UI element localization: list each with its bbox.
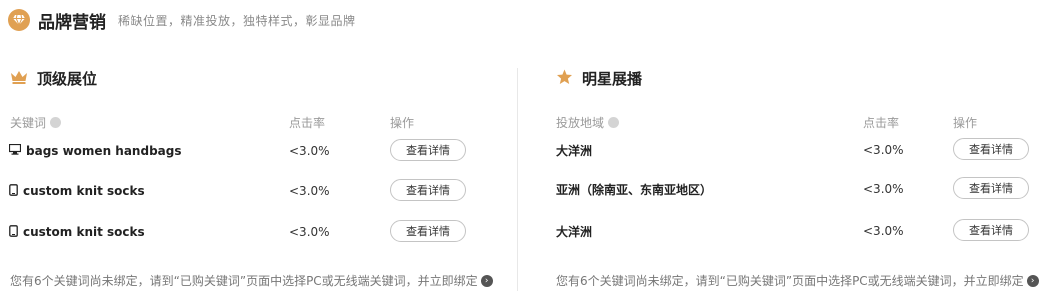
ctr-value: <3.0% <box>289 144 330 158</box>
desktop-icon <box>8 143 22 158</box>
ctr-value: <3.0% <box>863 182 904 196</box>
table-row: 亚洲（除南亚、东南亚地区） <3.0% 查看详情 <box>518 177 1041 201</box>
view-details-button[interactable]: 查看详情 <box>390 220 466 242</box>
column-header-ctr: 点击率 <box>289 116 326 130</box>
ctr-value: <3.0% <box>289 184 330 198</box>
column-header-ctr: 点击率 <box>863 116 900 130</box>
keyword-cell: custom knit socks <box>9 220 145 244</box>
panel-title: 顶级展位 <box>37 70 98 88</box>
unbound-keywords-notice[interactable]: 您有6个关键词尚未绑定，请到“已购关键词”页面中选择PC或无线端关键词，并立即绑… <box>556 272 1039 289</box>
keyword-cell: bags women handbags <box>8 139 182 163</box>
column-label: 投放地域 <box>556 116 605 130</box>
ctr-value: <3.0% <box>863 143 904 157</box>
region-cell: 亚洲（除南亚、东南亚地区） <box>556 182 713 197</box>
star-showcase-panel: 明星展播 投放地域 点击率 操作 大洋洲 <3.0% 查看详情 亚洲（除南亚、东… <box>518 60 1041 291</box>
section-subtitle: 稀缺位置，精准投放，独特样式，彰显品牌 <box>118 13 356 28</box>
column-header-region: 投放地域 <box>556 114 620 131</box>
view-details-button[interactable]: 查看详情 <box>953 177 1029 199</box>
column-label: 关键词 <box>10 116 47 130</box>
panel-header: 顶级展位 <box>10 68 97 89</box>
table-row: 大洋洲 <3.0% 查看详情 <box>518 219 1041 243</box>
view-details-button[interactable]: 查看详情 <box>953 219 1029 241</box>
table-row: 大洋洲 <3.0% 查看详情 <box>518 138 1041 162</box>
section-title: 品牌营销 <box>38 12 106 33</box>
star-icon <box>556 69 573 89</box>
ctr-value: <3.0% <box>289 225 330 239</box>
region-cell: 大洋洲 <box>556 224 593 239</box>
view-details-button[interactable]: 查看详情 <box>390 139 466 161</box>
column-header-action: 操作 <box>953 116 978 130</box>
crown-icon <box>10 69 28 88</box>
mobile-icon <box>9 183 18 199</box>
notice-text: 您有6个关键词尚未绑定，请到“已购关键词”页面中选择PC或无线端关键词，并立即绑… <box>556 274 1024 288</box>
column-header-action: 操作 <box>390 116 415 130</box>
view-details-button[interactable]: 查看详情 <box>953 138 1029 160</box>
keyword-text: custom knit socks <box>23 184 145 198</box>
column-header-keyword: 关键词 <box>10 114 62 131</box>
view-details-button[interactable]: 查看详情 <box>390 179 466 201</box>
keyword-text: bags women handbags <box>26 144 182 158</box>
table-row: bags women handbags <3.0% 查看详情 <box>0 139 517 163</box>
keyword-text: custom knit socks <box>23 225 145 239</box>
unbound-keywords-notice[interactable]: 您有6个关键词尚未绑定，请到“已购关键词”页面中选择PC或无线端关键词，并立即绑… <box>10 272 493 289</box>
table-row: custom knit socks <3.0% 查看详情 <box>0 220 517 244</box>
panel-title: 明星展播 <box>582 70 643 88</box>
top-placement-panel: 顶级展位 关键词 点击率 操作 bags women handbags <3.0… <box>0 60 517 291</box>
section-header: 品牌营销 稀缺位置，精准投放，独特样式，彰显品牌 <box>8 6 356 34</box>
keyword-cell: custom knit socks <box>9 179 145 203</box>
ctr-value: <3.0% <box>863 224 904 238</box>
diamond-icon <box>8 9 30 31</box>
chevron-right-icon[interactable]: › <box>480 274 493 287</box>
table-row: custom knit socks <3.0% 查看详情 <box>0 179 517 203</box>
region-cell: 大洋洲 <box>556 143 593 158</box>
help-icon[interactable] <box>608 117 620 128</box>
help-icon[interactable] <box>50 117 62 128</box>
notice-text: 您有6个关键词尚未绑定，请到“已购关键词”页面中选择PC或无线端关键词，并立即绑… <box>10 274 478 288</box>
chevron-right-icon[interactable]: › <box>1026 274 1039 287</box>
panel-header: 明星展播 <box>556 68 642 89</box>
mobile-icon <box>9 224 18 240</box>
